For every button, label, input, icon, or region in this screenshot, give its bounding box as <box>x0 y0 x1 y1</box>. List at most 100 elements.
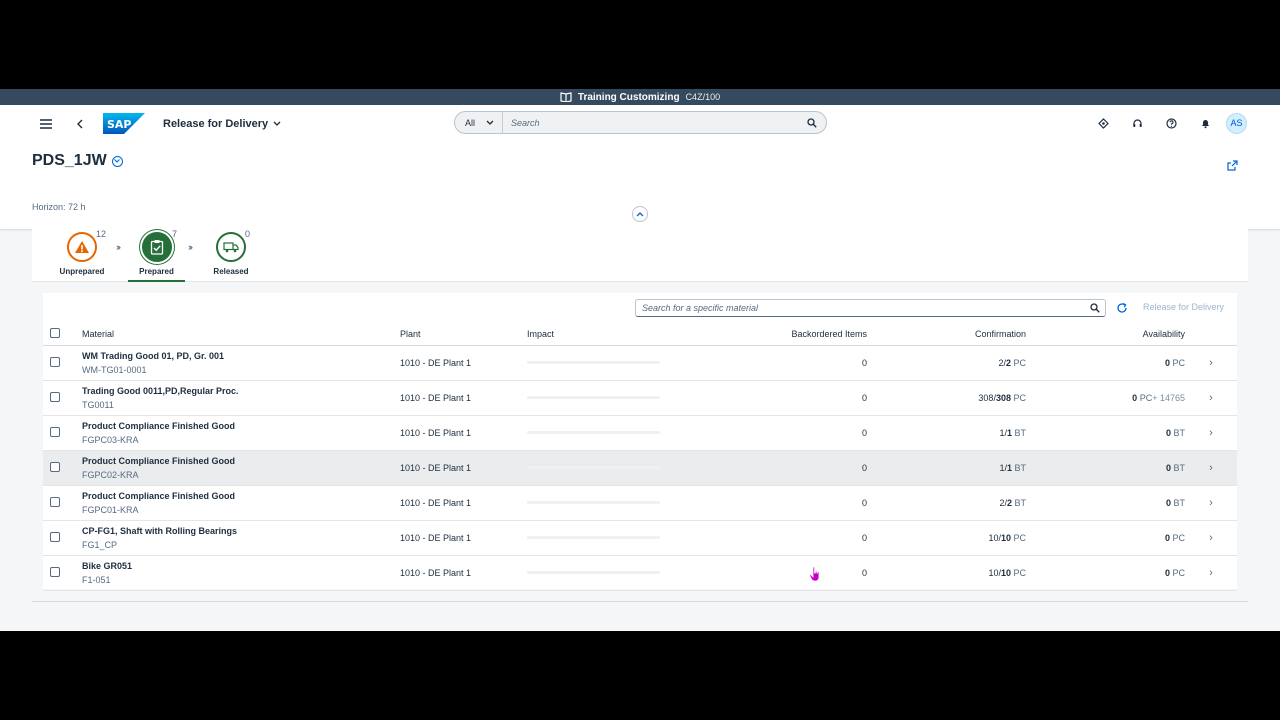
confirmation-unit: PC <box>1010 357 1026 368</box>
backordered-cell: 0 <box>861 357 867 368</box>
material-id: FGPC01-KRA <box>82 504 139 515</box>
material-search-field <box>635 299 1106 317</box>
availability-cell: 0 BT <box>1026 485 1185 520</box>
row-checkbox[interactable] <box>50 461 60 472</box>
step-prepared[interactable]: 7 Prepared <box>128 229 185 282</box>
select-all-checkbox[interactable] <box>50 327 60 338</box>
table-row[interactable]: Product Compliance Finished Good FGPC03-K… <box>43 415 1237 450</box>
row-navigation[interactable]: › <box>1185 380 1237 415</box>
material-search-input[interactable] <box>636 303 1085 313</box>
col-availability[interactable]: Availability <box>1026 323 1185 345</box>
chevron-down-icon <box>273 121 281 126</box>
divider <box>32 601 1248 602</box>
row-checkbox[interactable] <box>50 531 60 542</box>
material-name: WM Trading Good 01, PD, Gr. 001 <box>82 350 225 361</box>
material-id: FGPC02-KRA <box>82 469 139 480</box>
confirmation-confirmed: 308/ <box>978 392 996 403</box>
chevron-left-icon <box>77 119 83 128</box>
shell-actions: AS <box>1090 110 1247 136</box>
table-row[interactable]: Product Compliance Finished Good FGPC02-K… <box>43 450 1237 485</box>
col-plant[interactable]: Plant <box>400 323 527 345</box>
release-for-delivery-button[interactable]: Release for Delivery <box>1143 302 1224 312</box>
plant-cell: 1010 - DE Plant 1 <box>400 462 472 473</box>
table-row[interactable]: CP-FG1, Shaft with Rolling Bearings FG1_C… <box>43 520 1237 555</box>
avatar[interactable]: AS <box>1226 112 1247 134</box>
row-navigation[interactable]: › <box>1185 345 1237 380</box>
search-button[interactable] <box>798 117 826 128</box>
share-button[interactable] <box>1219 152 1245 178</box>
confirmation-unit: BT <box>1011 497 1026 508</box>
row-navigation[interactable]: › <box>1185 485 1237 520</box>
table-row[interactable]: Bike GR051 F1-051 1010 - DE Plant 1 0 10/10 … <box>43 555 1237 590</box>
material-id: WM-TG01-0001 <box>82 364 147 375</box>
confirmation-requested: 10 <box>1000 567 1011 578</box>
notifications-button[interactable] <box>1192 110 1218 136</box>
materials-table-card: Release for Delivery Material Plant Impa… <box>43 293 1237 590</box>
step-unprepared[interactable]: 12 Unprepared <box>50 229 114 276</box>
col-confirmation[interactable]: Confirmation <box>867 323 1026 345</box>
availability-unit: BT <box>1170 427 1185 438</box>
impact-bar <box>527 536 660 539</box>
chevron-right-icon: › <box>1209 496 1213 509</box>
variant-select-button[interactable] <box>111 155 123 167</box>
sap-logo[interactable]: SAP <box>103 113 145 134</box>
chevron-right-icon: › <box>1209 566 1213 579</box>
row-navigation[interactable]: › <box>1185 450 1237 485</box>
help-button[interactable] <box>1158 110 1184 136</box>
row-checkbox[interactable] <box>50 426 60 437</box>
row-checkbox[interactable] <box>50 566 60 577</box>
app-title-menu[interactable]: Release for Delivery <box>163 118 281 130</box>
global-search: All <box>454 111 827 134</box>
material-id: F1-051 <box>82 574 111 585</box>
availability-cell: 0 BT <box>1026 415 1185 450</box>
availability-unit: PC <box>1137 392 1153 403</box>
hamburger-icon <box>40 118 52 129</box>
availability-unit: PC <box>1169 567 1185 578</box>
table-row[interactable]: Trading Good 0011,PD,Regular Proc. TG0011… <box>43 380 1237 415</box>
process-flow: 12 Unprepared ››› 7 Prepared ››› 0 Relea… <box>32 224 1248 282</box>
horizon-label: Horizon: 72 h <box>32 202 86 212</box>
material-name: Bike GR051 <box>82 560 133 571</box>
row-checkbox[interactable] <box>50 356 60 367</box>
search-scope-value: All <box>465 117 476 128</box>
menu-button[interactable] <box>33 111 59 137</box>
col-backordered[interactable]: Backordered Items <box>697 323 867 345</box>
col-material[interactable]: Material <box>82 323 400 345</box>
step-label: Released <box>213 267 249 276</box>
collapse-header-button[interactable] <box>632 206 648 222</box>
table-row[interactable]: WM Trading Good 01, PD, Gr. 001 WM-TG01-0… <box>43 345 1237 380</box>
table-header-row: Material Plant Impact Backordered Items … <box>43 323 1237 345</box>
joule-button[interactable] <box>1090 110 1116 136</box>
material-name: Product Compliance Finished Good <box>82 490 236 501</box>
plant-cell: 1010 - DE Plant 1 <box>400 392 472 403</box>
availability-unit: PC <box>1169 357 1185 368</box>
back-button[interactable] <box>67 111 93 137</box>
impact-bar <box>527 466 660 469</box>
flow-arrow-icon: ››› <box>188 242 193 252</box>
confirmation-unit: BT <box>1011 462 1026 473</box>
col-impact[interactable]: Impact <box>527 323 697 345</box>
support-button[interactable] <box>1124 110 1150 136</box>
table-row[interactable]: Product Compliance Finished Good FGPC01-K… <box>43 485 1237 520</box>
availability-cell: 0 PC <box>1026 345 1185 380</box>
material-search-button[interactable] <box>1085 303 1105 313</box>
step-circle <box>216 232 246 262</box>
refresh-button[interactable] <box>1114 299 1130 317</box>
confirmation-confirmed: 2/ <box>999 497 1007 508</box>
row-checkbox[interactable] <box>50 496 60 507</box>
confirmation-cell: 10/10 PC <box>867 555 1026 590</box>
search-input[interactable] <box>503 117 798 128</box>
object-title-row: PDS_1JW <box>32 152 123 170</box>
confirmation-cell: 10/10 PC <box>867 520 1026 555</box>
step-released[interactable]: 0 Released <box>199 229 263 276</box>
row-navigation[interactable]: › <box>1185 415 1237 450</box>
row-navigation[interactable]: › <box>1185 555 1237 590</box>
table-toolbar: Release for Delivery <box>43 293 1237 323</box>
row-navigation[interactable]: › <box>1185 520 1237 555</box>
confirmation-unit: PC <box>1010 567 1026 578</box>
material-name: Product Compliance Finished Good <box>82 455 236 466</box>
plant-cell: 1010 - DE Plant 1 <box>400 357 472 368</box>
confirmation-requested: 308 <box>995 392 1011 403</box>
search-scope-select[interactable]: All <box>455 112 503 133</box>
row-checkbox[interactable] <box>50 391 60 402</box>
